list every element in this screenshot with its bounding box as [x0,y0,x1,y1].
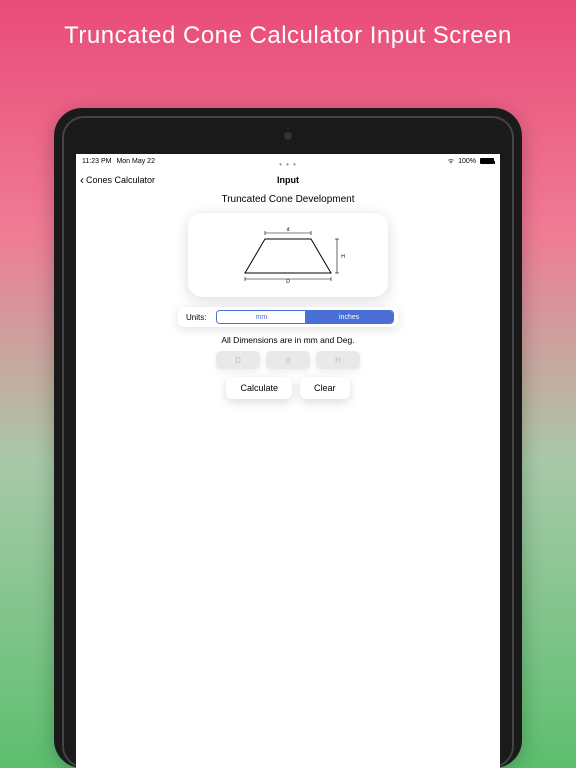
diagram-label-D: D [286,279,290,283]
units-segmented-control[interactable]: mm inches [216,310,394,324]
app-screen: 11:23 PM Mon May 22 ᯤ 100% • • • ‹ Cones… [76,154,500,768]
dimension-inputs: D d H [76,351,500,369]
status-date: Mon May 22 [116,158,155,165]
action-buttons: Calculate Clear [76,377,500,399]
status-time: 11:23 PM [82,158,111,165]
multitask-dots[interactable]: • • • [279,160,297,169]
back-label: Cones Calculator [86,175,155,185]
diagram-label-d: d [287,227,290,233]
diagram-label-H: H [341,254,345,260]
dimensions-note: All Dimensions are in mm and Deg. [76,335,500,345]
diagram-card: d D H [188,213,388,297]
input-D[interactable]: D [216,351,260,369]
clear-button[interactable]: Clear [300,377,350,399]
chevron-left-icon: ‹ [80,174,84,186]
tablet-frame: 11:23 PM Mon May 22 ᯤ 100% • • • ‹ Cones… [54,108,522,768]
unit-inches-button[interactable]: inches [305,311,393,323]
back-button[interactable]: ‹ Cones Calculator [76,174,155,186]
promo-title: Truncated Cone Calculator Input Screen [0,0,576,50]
battery-percent: 100% [458,158,476,165]
nav-bar: • • • ‹ Cones Calculator Input [76,168,500,192]
nav-title: Input [277,175,299,185]
truncated-cone-diagram: d D H [223,227,353,283]
page-title: Truncated Cone Development [76,194,500,205]
promo-background: Truncated Cone Calculator Input Screen 1… [0,0,576,768]
unit-mm-button[interactable]: mm [217,311,305,323]
calculate-button[interactable]: Calculate [226,377,292,399]
units-label: Units: [182,313,210,322]
input-H[interactable]: H [316,351,360,369]
battery-icon [480,158,494,164]
wifi-icon: ᯤ [448,157,454,166]
input-d[interactable]: d [266,351,310,369]
units-selector: Units: mm inches [178,307,398,327]
